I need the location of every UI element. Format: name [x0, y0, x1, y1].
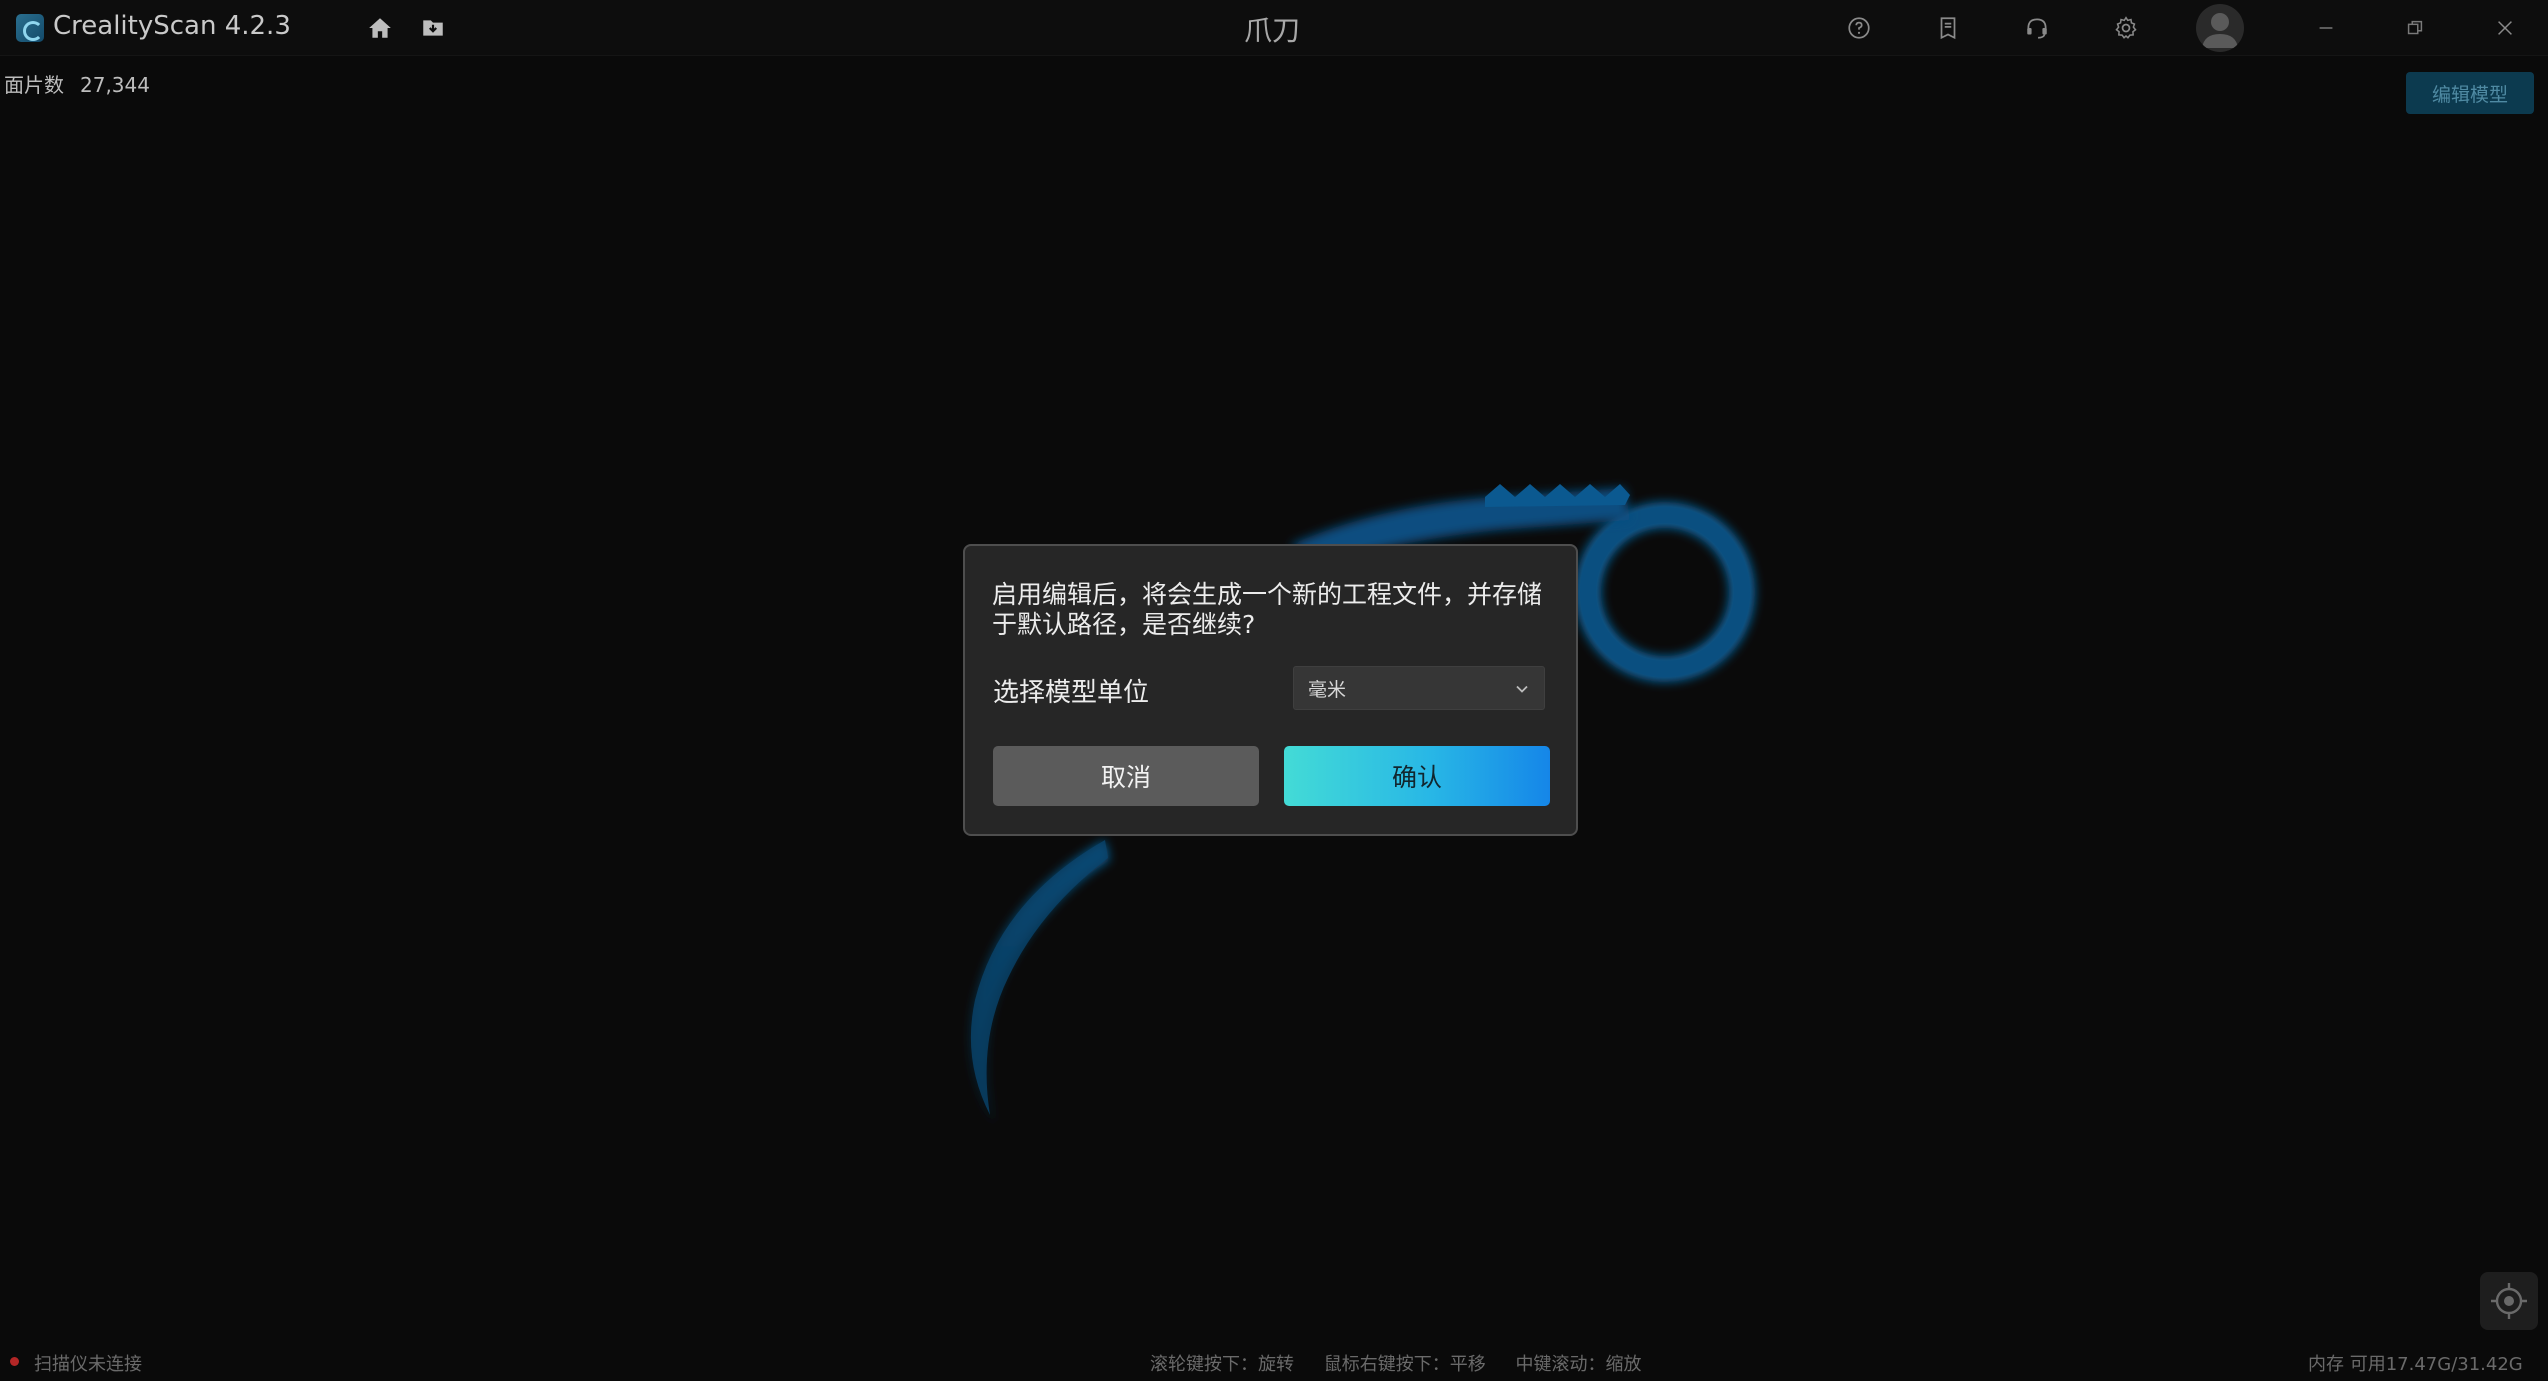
folder-icon	[423, 20, 443, 36]
dialog-message: 启用编辑后，将会生成一个新的工程文件，并存储于默认路径，是否继续?	[992, 580, 1543, 639]
app-title: CrealityScan 4.2.3	[53, 11, 291, 41]
scanner-status: 扫描仪未连接	[34, 1354, 142, 1375]
restore-icon	[2407, 20, 2423, 35]
hint-zoom: 中键滚动：缩放	[1515, 1354, 1642, 1375]
reset-view-button[interactable]	[2480, 1272, 2538, 1330]
help-icon	[1848, 17, 1870, 39]
app-logo-icon	[16, 14, 44, 42]
app-window: CrealityScan 4.2.3 爪刀 面片数 27,344 编辑模型 启用…	[0, 0, 2548, 1381]
close-icon	[2498, 21, 2512, 35]
chevron-down-icon	[1516, 685, 1528, 693]
crosshair-icon	[2491, 1283, 2527, 1319]
home-button[interactable]	[364, 12, 396, 44]
confirm-button[interactable]: 确认	[1284, 746, 1550, 806]
face-count-label: 面片数	[4, 73, 64, 97]
model-unit-label: 选择模型单位	[993, 678, 1150, 708]
face-count-value: 27,344	[80, 73, 150, 97]
mouse-hints: 滚轮键按下：旋转 鼠标右键按下：平移 中键滚动：缩放	[1150, 1350, 1665, 1376]
headset-icon	[2027, 18, 2047, 39]
document-icon	[1940, 17, 1956, 40]
scanner-status-dot	[10, 1357, 19, 1366]
hint-rotate: 滚轮键按下：旋转	[1150, 1354, 1294, 1375]
gear-icon	[2115, 16, 2137, 39]
restore-button[interactable]	[2399, 12, 2431, 44]
user-avatar[interactable]	[2196, 4, 2244, 52]
document-button[interactable]	[1932, 12, 1964, 44]
support-button[interactable]	[2021, 12, 2053, 44]
edit-confirm-dialog: 启用编辑后，将会生成一个新的工程文件，并存储于默认路径，是否继续? 选择模型单位…	[963, 544, 1578, 836]
edit-model-button[interactable]: 编辑模型	[2406, 72, 2534, 114]
home-icon	[369, 18, 391, 38]
minimize-icon	[2319, 27, 2333, 29]
help-button[interactable]	[1843, 12, 1875, 44]
cancel-button[interactable]: 取消	[993, 746, 1259, 806]
project-title: 爪刀	[1244, 14, 1301, 47]
minimize-button[interactable]	[2310, 12, 2342, 44]
memory-status: 内存 可用17.47G/31.42G	[2308, 1354, 2523, 1375]
folder-button[interactable]	[417, 12, 449, 44]
status-bar: 扫描仪未连接 滚轮键按下：旋转 鼠标右键按下：平移 中键滚动：缩放 内存 可用1…	[0, 1345, 2548, 1381]
model-unit-select[interactable]: 毫米	[1293, 666, 1545, 710]
settings-button[interactable]	[2110, 12, 2142, 44]
karambit-blade	[970, 840, 1110, 1125]
face-count: 面片数 27,344	[4, 69, 150, 98]
karambit-handle-ring	[1575, 502, 1755, 682]
close-button[interactable]	[2489, 12, 2521, 44]
model-unit-value: 毫米	[1308, 678, 1347, 701]
avatar-icon	[2202, 13, 2238, 48]
hint-pan: 鼠标右键按下：平移	[1323, 1354, 1486, 1375]
title-bar: CrealityScan 4.2.3 爪刀	[0, 0, 2548, 56]
